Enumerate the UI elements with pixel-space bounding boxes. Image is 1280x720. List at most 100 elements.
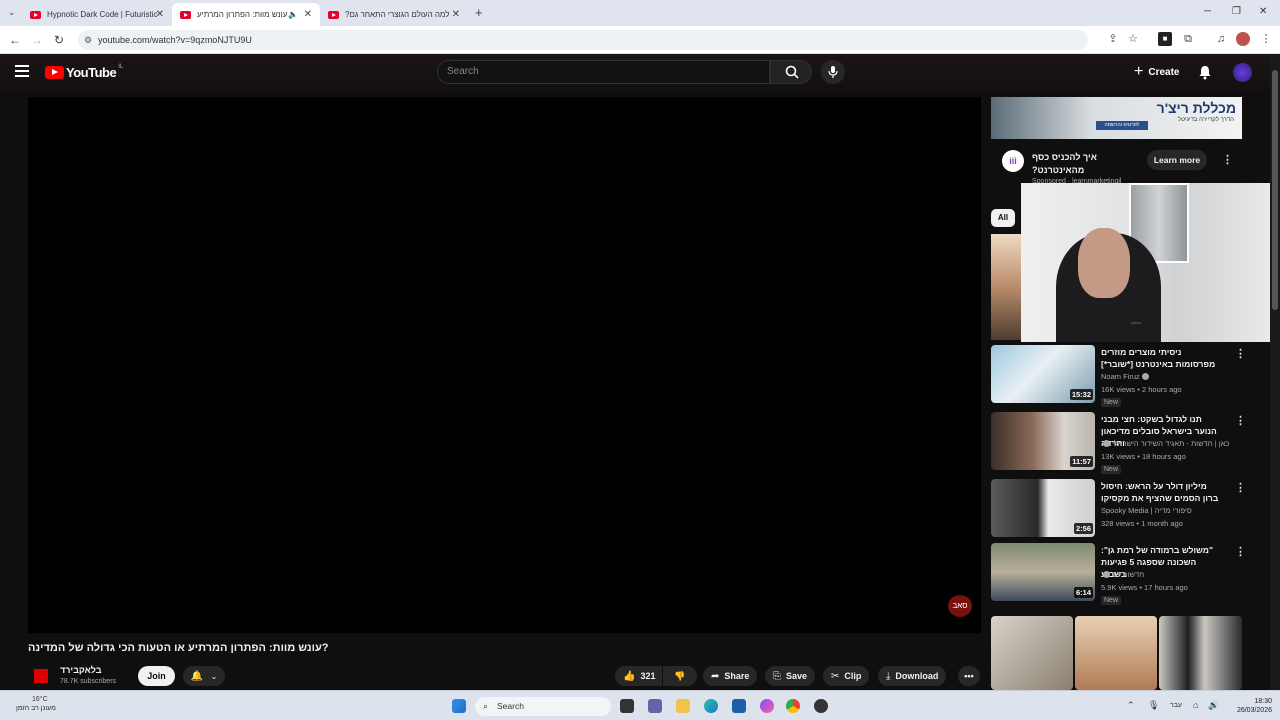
- minimize-icon[interactable]: ─: [1204, 6, 1211, 17]
- speaker-icon[interactable]: 🔈: [288, 10, 298, 19]
- notifications-bell-icon[interactable]: [1198, 65, 1212, 80]
- chip-all[interactable]: All: [991, 209, 1015, 227]
- search-input[interactable]: Search: [437, 60, 770, 84]
- join-button[interactable]: Join: [138, 666, 175, 686]
- scrollbar-thumb[interactable]: [1272, 70, 1278, 310]
- system-clock[interactable]: 18:30 26/03/2026: [1224, 697, 1272, 715]
- url-text: youtube.com/watch?v=9qzmoNJTU9U: [98, 35, 252, 45]
- address-bar-row: ← → ↻ ⚙ youtube.com/watch?v=9qzmoNJTU9U …: [0, 26, 1280, 54]
- recording-app-icon[interactable]: [814, 699, 828, 713]
- taskbar-search-box[interactable]: ⌕ Search: [475, 697, 611, 716]
- media-control-icon[interactable]: ♫: [1214, 32, 1228, 46]
- shorts-thumbnail[interactable]: [991, 616, 1073, 690]
- clip-button[interactable]: ✂ Clip: [823, 666, 870, 686]
- reload-icon[interactable]: ↻: [54, 33, 64, 47]
- close-tab-icon[interactable]: ✕: [156, 9, 164, 20]
- back-icon[interactable]: ←: [9, 33, 21, 47]
- task-view-icon[interactable]: [620, 699, 634, 713]
- bookmark-star-icon[interactable]: ☆: [1126, 32, 1140, 46]
- hamburger-menu-icon[interactable]: [15, 65, 29, 77]
- language-indicator[interactable]: עבר: [1170, 702, 1182, 709]
- extensions-puzzle-icon[interactable]: ⧉: [1181, 32, 1195, 46]
- forward-icon[interactable]: →: [31, 33, 43, 47]
- browser-tab-active[interactable]: עונש מוות: הפתרון המרתיע 🔈 ✕: [172, 3, 320, 26]
- store-icon[interactable]: [732, 699, 746, 713]
- file-explorer-icon[interactable]: [676, 699, 690, 713]
- download-button[interactable]: ⤓ Download: [878, 666, 947, 686]
- partially-hidden-thumbnail[interactable]: [991, 234, 1021, 340]
- tab-search-icon[interactable]: ⌄: [8, 7, 16, 18]
- edge-icon[interactable]: [704, 699, 718, 713]
- site-info-icon[interactable]: ⚙: [84, 30, 92, 50]
- teams-icon[interactable]: [648, 699, 662, 713]
- create-button[interactable]: + Create: [1128, 61, 1185, 83]
- recommendation-item[interactable]: 15:32 ניסיתי מוצרים מוזרים מפרסומות באינ…: [991, 345, 1251, 407]
- browser-tab[interactable]: למה העולם הגוצרי התאחר גם? ✕: [320, 3, 468, 26]
- recommendation-item[interactable]: 6:14 "משולש ברמודה של רמת גן": השכונה שס…: [991, 543, 1251, 605]
- channel-watermark[interactable]: סאב: [948, 595, 972, 617]
- more-vertical-icon[interactable]: ⋮: [1235, 481, 1246, 494]
- shorts-thumbnail[interactable]: [1075, 616, 1157, 690]
- channel-avatar[interactable]: [32, 667, 50, 685]
- save-button[interactable]: ⎘ Save: [765, 666, 816, 686]
- extension-icon[interactable]: ■: [1158, 32, 1172, 46]
- more-vertical-icon[interactable]: ⋮: [1235, 414, 1246, 427]
- recommendation-item[interactable]: 11:57 תנו לגדול בשקט: חצי מבני הנוער ביש…: [991, 412, 1251, 474]
- video-thumbnail[interactable]: 2:56: [991, 479, 1095, 537]
- learn-more-button[interactable]: Learn more: [1147, 150, 1207, 170]
- search-button[interactable]: [770, 60, 812, 84]
- close-window-icon[interactable]: ✕: [1259, 6, 1267, 17]
- channel-name[interactable]: כאן | חדשות - תאגיד השידור הישראלי: [1101, 439, 1233, 448]
- dislike-button[interactable]: 👎: [663, 666, 697, 686]
- browser-menu-icon[interactable]: ⋮: [1259, 32, 1273, 46]
- subscription-bell-button[interactable]: 🔔 ⌄: [183, 666, 225, 686]
- recommendation-item[interactable]: 2:56 מיליון דולר על הראש: חיסול ברון הסמ…: [991, 479, 1251, 539]
- profile-avatar-icon[interactable]: [1236, 32, 1250, 46]
- browser-tab-bar: ⌄ Hypnotic Dark Code | Futuristic ✕ עונש…: [0, 0, 1280, 26]
- more-vertical-icon[interactable]: ⋮: [1235, 545, 1246, 558]
- weather-widget[interactable]: 16°C מעונן רב הזמן: [16, 695, 56, 713]
- like-button[interactable]: 👍 321: [615, 666, 662, 686]
- browser-tab[interactable]: Hypnotic Dark Code | Futuristic ✕: [22, 3, 172, 26]
- share-button[interactable]: ➦ Share: [703, 666, 758, 686]
- video-duration: 11:57: [1070, 456, 1093, 467]
- new-badge: New: [1101, 596, 1122, 605]
- microphone-tray-icon[interactable]: 🎙: [1148, 700, 1159, 711]
- tray-overflow-icon[interactable]: ⌃: [1127, 700, 1135, 711]
- chrome-icon[interactable]: [786, 699, 800, 713]
- advertiser-logo[interactable]: iii: [1002, 150, 1024, 172]
- url-field[interactable]: ⚙ youtube.com/watch?v=9qzmoNJTU9U: [78, 30, 1088, 50]
- video-thumbnail[interactable]: 6:14: [991, 543, 1095, 601]
- maximize-icon[interactable]: ❐: [1232, 6, 1241, 17]
- video-title[interactable]: ניסיתי מוצרים מוזרים מפרסומות באינטרנט […: [1101, 346, 1221, 370]
- install-icon[interactable]: ⇪: [1106, 32, 1120, 46]
- close-tab-icon[interactable]: ✕: [304, 9, 312, 20]
- ad-text[interactable]: איך להכניס כסף מהאינטרנט?: [1032, 151, 1124, 177]
- new-tab-icon[interactable]: +: [475, 5, 483, 20]
- share-label: Share: [724, 671, 750, 681]
- channel-name[interactable]: Spooky Media | סיפורי מדיה: [1101, 506, 1233, 515]
- volume-icon[interactable]: 🔊: [1208, 700, 1219, 711]
- account-avatar-icon[interactable]: [1233, 63, 1252, 82]
- channel-name[interactable]: Noam Firuz: [1101, 372, 1233, 381]
- video-duration: 2:56: [1073, 523, 1093, 534]
- close-tab-icon[interactable]: ✕: [452, 9, 460, 20]
- more-actions-button[interactable]: •••: [958, 666, 980, 686]
- more-vertical-icon[interactable]: ⋮: [1235, 347, 1246, 360]
- like-count: 321: [640, 671, 656, 681]
- ad-more-icon[interactable]: ⋮: [1222, 153, 1233, 166]
- windows-start-icon[interactable]: [452, 699, 466, 713]
- ad-banner[interactable]: מכללת ריצ'ר הדרך לקריירה בדיגיטל לפרטים …: [991, 97, 1242, 139]
- youtube-logo[interactable]: YouTube IL: [45, 64, 123, 80]
- network-icon[interactable]: ⌂: [1193, 700, 1198, 710]
- messenger-icon[interactable]: [760, 699, 774, 713]
- video-title[interactable]: מיליון דולר על הראש: חיסול ברון הסמים שה…: [1101, 480, 1221, 504]
- video-thumbnail[interactable]: 15:32: [991, 345, 1095, 403]
- channel-name[interactable]: חדשות 13: [1101, 570, 1233, 579]
- video-player[interactable]: [28, 97, 981, 633]
- channel-name[interactable]: בלאקבירד: [60, 665, 101, 675]
- youtube-favicon-icon: [30, 10, 41, 19]
- shorts-thumbnail[interactable]: [1159, 616, 1242, 690]
- voice-search-button[interactable]: [821, 60, 845, 84]
- video-thumbnail[interactable]: 11:57: [991, 412, 1095, 470]
